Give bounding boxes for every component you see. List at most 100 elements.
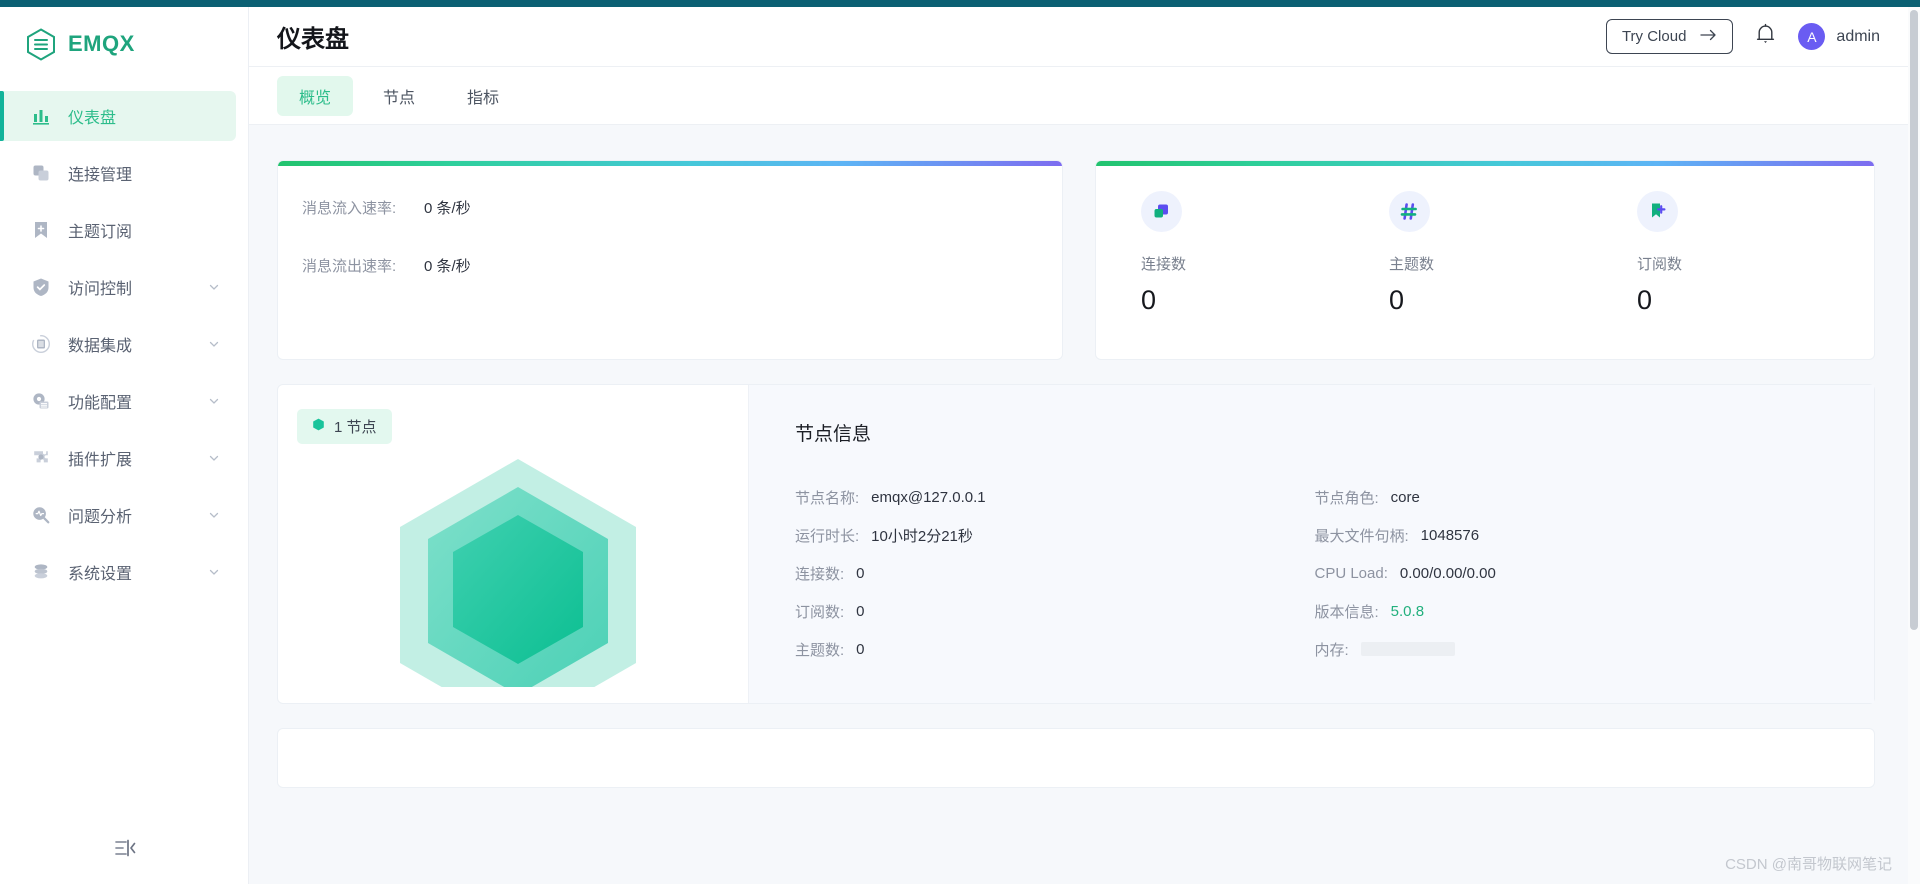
connections-icon <box>30 162 52 184</box>
info-key: 版本信息: <box>1314 603 1379 621</box>
notification-bell-icon <box>1755 23 1776 51</box>
info-key: 订阅数: <box>795 603 845 621</box>
sidebar-item-label: 系统设置 <box>68 566 133 583</box>
info-key: 最大文件句柄: <box>1314 527 1409 545</box>
sidebar-item-dashboard[interactable]: 仪表盘 <box>0 91 236 141</box>
connections-square-icon <box>1141 191 1182 232</box>
sidebar-collapse-icon <box>114 839 136 862</box>
info-value: 0.00/0.00/0.00 <box>1399 564 1496 582</box>
sidebar-item-plugins[interactable]: 插件扩展 <box>0 433 236 483</box>
sidebar-item-label: 访问控制 <box>68 281 133 298</box>
avatar: A <box>1798 23 1826 50</box>
info-key: 内存: <box>1314 641 1349 659</box>
chevron-down-icon <box>208 509 220 521</box>
info-node-name: 节点名称: emqx@127.0.0.1 <box>795 478 1315 516</box>
chevron-down-icon <box>208 338 220 350</box>
node-graphic-area: 1 节点 <box>278 385 748 731</box>
user-name: admin <box>1836 27 1880 45</box>
bottom-partial-card <box>277 728 1875 788</box>
stat-value: 0 <box>1141 285 1157 315</box>
node-info-grid: 节点名称: emqx@127.0.0.1 运行时长: 10小时2分21秒 连接数… <box>795 478 1834 668</box>
stat-label: 主题数 <box>1389 256 1435 273</box>
page-scrollbar[interactable] <box>1908 7 1920 884</box>
node-count-label: 1 节点 <box>334 419 377 436</box>
node-info-area: 节点信息 节点名称: emqx@127.0.0.1 运行时长: 10小时2分21… <box>748 385 1874 703</box>
info-uptime: 运行时长: 10小时2分21秒 <box>795 516 1315 554</box>
sidebar-item-label: 功能配置 <box>68 395 133 412</box>
tab-metrics[interactable]: 指标 <box>445 76 521 116</box>
tab-bar: 概览 节点 指标 <box>249 67 1912 125</box>
stat-subscriptions: 订阅数 0 <box>1592 191 1840 359</box>
stat-value: 0 <box>1389 285 1405 315</box>
tab-overview[interactable]: 概览 <box>277 75 354 116</box>
info-key: 节点名称: <box>795 489 860 507</box>
summary-row: 消息流入速率: 0 条/秒 消息流出速率: 0 条/秒 连接数 0 主题数 0 … <box>277 160 1880 360</box>
sidebar-item-access-control[interactable]: 访问控制 <box>0 262 236 312</box>
hexagon-dot-icon <box>312 418 325 435</box>
message-out-rate-value: 0 条/秒 <box>424 258 471 275</box>
gear-list-icon <box>30 390 52 412</box>
node-count-badge[interactable]: 1 节点 <box>297 409 392 444</box>
sidebar-item-topics[interactable]: 主题订阅 <box>0 205 236 255</box>
info-key: 节点角色: <box>1314 489 1379 507</box>
chevron-down-icon <box>208 281 220 293</box>
stat-value: 0 <box>1637 285 1653 315</box>
page-scrollbar-thumb[interactable] <box>1910 10 1918 630</box>
brand[interactable]: EMQX <box>0 7 248 81</box>
header-actions: Try Cloud A admin <box>1605 19 1880 54</box>
sidebar-item-diagnostics[interactable]: 问题分析 <box>0 490 236 540</box>
node-info-title: 节点信息 <box>795 424 872 445</box>
try-cloud-label: Try Cloud <box>1621 28 1687 45</box>
sidebar-collapse-button[interactable] <box>0 830 249 870</box>
dashboard-bars-icon <box>30 105 52 127</box>
node-info-left-column: 节点名称: emqx@127.0.0.1 运行时长: 10小时2分21秒 连接数… <box>795 478 1315 668</box>
info-key: 主题数: <box>795 641 845 659</box>
topic-bookmark-icon <box>30 219 52 241</box>
stat-connections: 连接数 0 <box>1096 191 1344 359</box>
top-accent-bar <box>0 0 1920 7</box>
pulse-search-icon <box>30 504 52 526</box>
sidebar-item-system-settings[interactable]: 系统设置 <box>0 547 236 597</box>
info-key: 运行时长: <box>795 527 860 545</box>
try-cloud-button[interactable]: Try Cloud <box>1605 19 1734 54</box>
info-topics: 主题数: 0 <box>795 630 1315 668</box>
info-value: emqx@127.0.0.1 <box>871 488 986 506</box>
sidebar-item-label: 连接管理 <box>68 167 133 184</box>
notifications-button[interactable] <box>1755 23 1776 51</box>
chevron-down-icon <box>208 452 220 464</box>
sidebar-item-label: 插件扩展 <box>68 452 133 469</box>
message-out-rate-label: 消息流出速率: <box>302 258 397 275</box>
info-value: 0 <box>856 564 865 582</box>
page-title: 仪表盘 <box>277 26 349 53</box>
node-info-right-column: 节点角色: core 最大文件句柄: 1048576 CPU Load: 0.0… <box>1315 478 1835 668</box>
user-menu[interactable]: A admin <box>1798 23 1880 50</box>
arrow-right-icon <box>1700 28 1717 45</box>
message-in-rate-label: 消息流入速率: <box>302 200 397 217</box>
sidebar-item-label: 问题分析 <box>68 509 133 526</box>
info-connections: 连接数: 0 <box>795 554 1315 592</box>
info-version: 版本信息: 5.0.8 <box>1315 592 1835 630</box>
app-root: EMQX 仪表盘 连接管理 主题订阅 访问控制 数据集成 功能配置 插件扩展 问… <box>0 0 1920 884</box>
node-hexagon-graphic-icon <box>368 447 668 731</box>
info-value: core <box>1390 488 1420 506</box>
message-out-rate-row: 消息流出速率: 0 条/秒 <box>302 255 1062 313</box>
info-memory: 内存: <box>1315 630 1835 668</box>
info-key: CPU Load: <box>1314 564 1388 582</box>
puzzle-piece-icon <box>30 447 52 469</box>
info-key: 连接数: <box>795 565 845 583</box>
sidebar-item-connections[interactable]: 连接管理 <box>0 148 236 198</box>
sidebar-item-data-integration[interactable]: 数据集成 <box>0 319 236 369</box>
memory-usage-bar <box>1360 642 1455 656</box>
emqx-hexagon-logo-icon <box>26 27 56 61</box>
watermark: CSDN @南哥物联网笔记 <box>1725 856 1892 873</box>
stats-card: 连接数 0 主题数 0 订阅数 0 <box>1095 160 1875 360</box>
info-node-role: 节点角色: core <box>1315 478 1835 516</box>
message-in-rate-value: 0 条/秒 <box>424 200 471 217</box>
sidebar-item-label: 仪表盘 <box>68 110 117 127</box>
node-panel: 1 节点 节点信息 节点名称: emqx@127.0.0.1 运行时长: 10小… <box>277 384 1875 731</box>
brand-label: EMQX <box>68 31 135 56</box>
database-circle-icon <box>30 333 52 355</box>
sidebar-item-function-config[interactable]: 功能配置 <box>0 376 236 426</box>
message-rate-card: 消息流入速率: 0 条/秒 消息流出速率: 0 条/秒 <box>277 160 1063 360</box>
tab-nodes[interactable]: 节点 <box>361 76 437 116</box>
